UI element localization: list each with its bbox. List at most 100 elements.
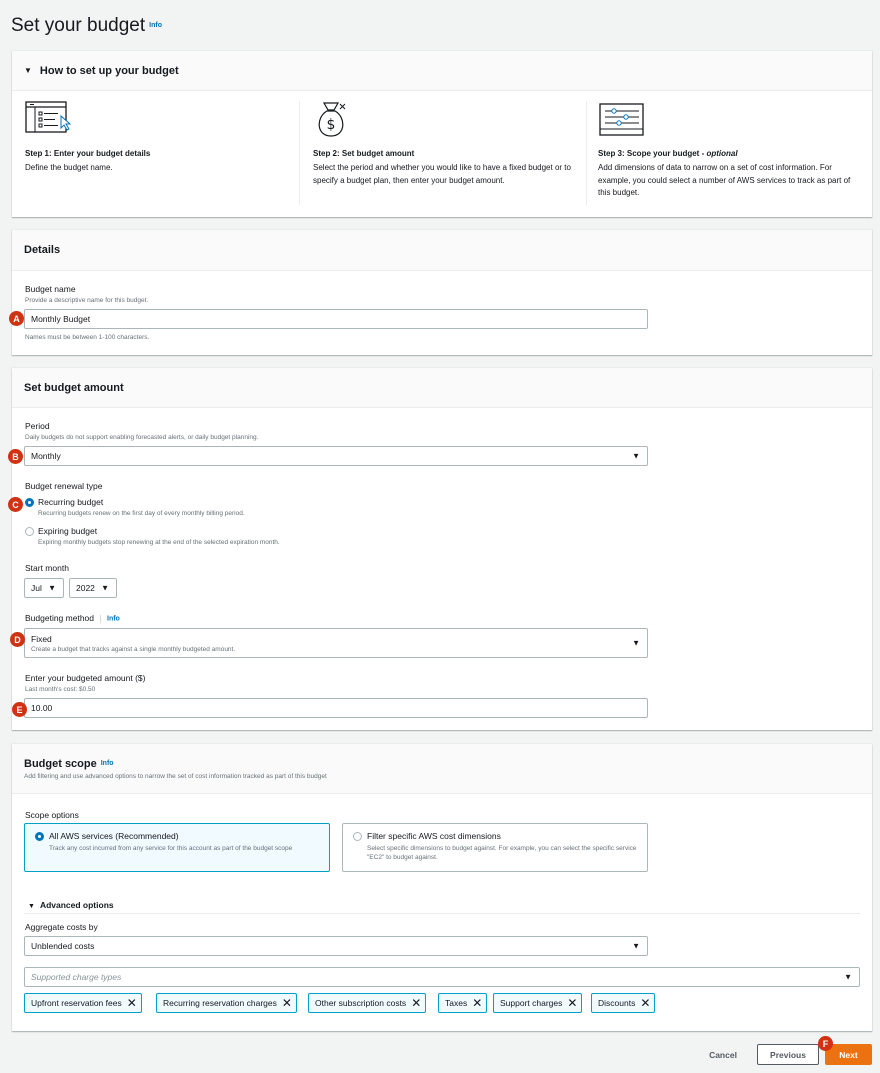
- expiring-label[interactable]: Expiring budget: [38, 526, 97, 536]
- caret-down-icon: ▼: [48, 583, 56, 593]
- howto-header[interactable]: ▼ How to set up your budget: [12, 51, 872, 91]
- filter-label: Filter specific AWS cost dimensions: [367, 831, 501, 841]
- marker-f: F: [818, 1036, 833, 1051]
- budget-amount-title: Set budget amount: [24, 381, 124, 394]
- step-divider: [586, 101, 587, 205]
- aggregate-select[interactable]: Unblended costs ▼: [24, 936, 648, 956]
- step-1-title: Step 1: Enter your budget details: [25, 149, 151, 158]
- advanced-options-toggle[interactable]: ▼ Advanced options: [28, 900, 114, 910]
- amount-input[interactable]: 10.00: [24, 698, 648, 718]
- all-services-desc: Track any cost incurred from any service…: [49, 845, 293, 852]
- advanced-divider: [24, 913, 860, 914]
- method-label-text: Budgeting method: [25, 613, 94, 623]
- howto-title: How to set up your budget: [39, 64, 179, 77]
- all-services-radio[interactable]: [35, 832, 44, 841]
- caret-down-icon: ▼: [632, 451, 640, 461]
- budget-amount-panel: Set budget amount Period Daily budgets d…: [12, 368, 872, 730]
- step-3-desc: Add dimensions of data to narrow on a se…: [598, 163, 851, 197]
- caret-down-icon: ▼: [844, 972, 852, 982]
- marker-c: C: [8, 497, 23, 512]
- step-3-title-prefix: Step 3: Scope your budget -: [598, 149, 707, 158]
- marker-b: B: [8, 449, 23, 464]
- close-icon[interactable]: ✕: [640, 997, 650, 1009]
- caret-down-icon: ▼: [101, 583, 109, 593]
- scope-filter-tile[interactable]: Filter specific AWS cost dimensions Sele…: [342, 823, 648, 872]
- caret-down-icon: ▼: [632, 941, 640, 951]
- page-title-text: Set your budget: [11, 15, 146, 36]
- aggregate-value: Unblended costs: [31, 941, 95, 951]
- budget-scope-title: Budget scope: [24, 757, 97, 770]
- expiring-desc: Expiring monthly budgets stop renewing a…: [38, 539, 280, 546]
- start-year-select[interactable]: 2022 ▼: [69, 578, 117, 598]
- token-support-charges: Support charges ✕: [493, 993, 583, 1013]
- page-info-link[interactable]: Info: [149, 22, 162, 29]
- period-select[interactable]: Monthly ▼: [24, 446, 648, 466]
- step-2-title: Step 2: Set budget amount: [313, 149, 415, 158]
- token-label: Support charges: [500, 998, 563, 1008]
- advanced-options-label: Advanced options: [39, 900, 114, 910]
- details-title: Details: [24, 244, 61, 256]
- step-2-desc: Select the period and whether you would …: [313, 163, 571, 185]
- charge-type-tokens: Upfront reservation fees ✕ Recurring rese…: [24, 993, 864, 1013]
- charge-types-select[interactable]: Supported charge types ▼: [24, 967, 860, 987]
- method-desc: Create a budget that tracks against a si…: [31, 645, 236, 653]
- start-month-label: Start month: [25, 563, 69, 573]
- close-icon[interactable]: ✕: [472, 997, 482, 1009]
- filter-radio[interactable]: [353, 832, 362, 841]
- scope-all-services-tile[interactable]: All AWS services (Recommended) Track any…: [24, 823, 330, 872]
- recurring-label[interactable]: Recurring budget: [38, 497, 103, 507]
- period-value: Monthly: [31, 451, 61, 461]
- step-1: Step 1: Enter your budget details Define…: [25, 149, 295, 175]
- close-icon[interactable]: ✕: [127, 997, 137, 1009]
- aggregate-label: Aggregate costs by: [25, 922, 98, 932]
- filter-desc: Select specific dimensions to budget aga…: [367, 845, 637, 861]
- method-info-link[interactable]: Info: [107, 615, 120, 622]
- close-icon[interactable]: ✕: [411, 997, 421, 1009]
- budget-name-desc: Provide a descriptive name for this budg…: [25, 297, 149, 304]
- info-separator: [100, 614, 101, 623]
- budget-name-input[interactable]: Monthly Budget: [24, 309, 648, 329]
- method-value: Fixed: [31, 633, 52, 644]
- previous-button[interactable]: Previous: [757, 1044, 819, 1065]
- method-label: Budgeting method Info: [25, 613, 120, 623]
- start-month-select[interactable]: Jul ▼: [24, 578, 64, 598]
- caret-down-icon: ▼: [28, 903, 35, 910]
- step-divider: [299, 101, 300, 205]
- budget-details-icon: [25, 101, 72, 133]
- close-icon[interactable]: ✕: [282, 997, 292, 1009]
- caret-down-icon: ▼: [24, 66, 32, 75]
- budget-name-label: Budget name: [25, 284, 76, 294]
- start-month-value: Jul: [31, 583, 42, 593]
- svg-text:$: $: [327, 117, 336, 133]
- recurring-radio[interactable]: [25, 498, 34, 507]
- scope-info-link[interactable]: Info: [101, 760, 114, 767]
- marker-a: A: [9, 311, 24, 326]
- token-label: Recurring reservation charges: [163, 998, 277, 1008]
- expiring-radio[interactable]: [25, 527, 34, 536]
- close-icon[interactable]: ✕: [567, 997, 577, 1009]
- amount-desc: Last month's cost: $0.50: [25, 686, 96, 693]
- period-label: Period: [25, 421, 50, 431]
- amount-label: Enter your budgeted amount ($): [25, 673, 146, 683]
- method-select[interactable]: Fixed Create a budget that tracks agains…: [24, 628, 648, 658]
- page-title: Set your budget Info: [11, 15, 162, 37]
- money-bag-icon: $: [318, 102, 346, 137]
- caret-down-icon: ▼: [632, 638, 640, 648]
- recurring-desc: Recurring budgets renew on the first day…: [38, 510, 245, 517]
- scope-sliders-icon: [599, 103, 644, 136]
- token-other-subscription-costs: Other subscription costs ✕: [308, 993, 427, 1013]
- token-upfront-reservation-fees: Upfront reservation fees ✕: [24, 993, 142, 1013]
- howto-panel: ▼ How to set up your budget Step 1: Ente…: [12, 51, 872, 217]
- cancel-button[interactable]: Cancel: [697, 1044, 749, 1065]
- token-taxes: Taxes ✕: [438, 993, 488, 1013]
- charge-types-placeholder: Supported charge types: [31, 972, 122, 982]
- step-3-title-optional: optional: [706, 149, 738, 158]
- all-services-label: All AWS services (Recommended): [49, 831, 179, 841]
- renewal-label: Budget renewal type: [25, 481, 103, 491]
- scope-options-label: Scope options: [25, 810, 79, 820]
- step-3: Step 3: Scope your budget - optional Add…: [598, 149, 862, 200]
- token-label: Upfront reservation fees: [31, 998, 122, 1008]
- details-header: Details: [12, 230, 872, 271]
- step-2: Step 2: Set budget amount Select the per…: [313, 149, 578, 187]
- budget-scope-title-row: Budget scope Info: [24, 758, 114, 770]
